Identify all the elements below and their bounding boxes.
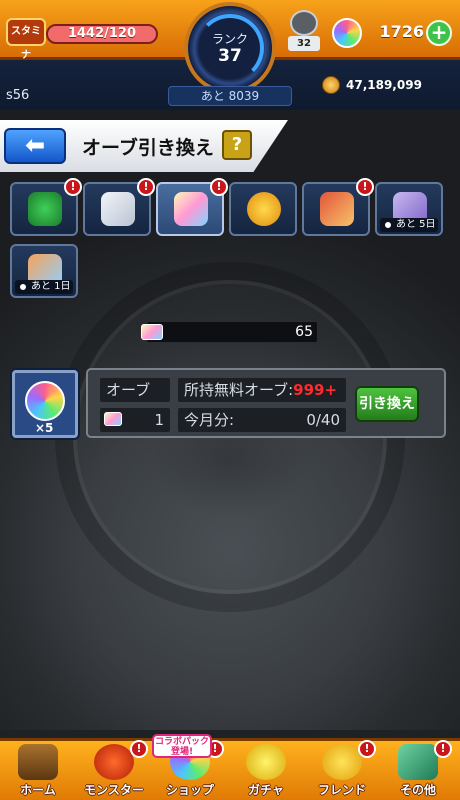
collab-pack-badge: コラボパック登場!	[152, 734, 212, 758]
ticket-icon	[141, 324, 163, 340]
gear-count: 32	[288, 36, 320, 51]
rank-value: 37	[218, 46, 242, 66]
tile-box-item[interactable]: !	[302, 178, 374, 236]
page-title: オーブ引き換え	[82, 137, 214, 159]
nav-other[interactable]: ! その他	[380, 740, 456, 800]
back-button[interactable]: ⬅	[4, 128, 66, 164]
box-icon	[320, 192, 354, 226]
orb-multiplier: ×5	[35, 421, 54, 435]
coin-icon	[322, 76, 340, 94]
monthly-value: 0/40	[306, 411, 340, 429]
orb-ticket-icon	[174, 192, 208, 226]
orb-label: オーブ	[100, 378, 170, 402]
ticket-cost: 1	[100, 408, 170, 432]
alert-badge: !	[210, 178, 228, 196]
alert-badge: !	[137, 178, 155, 196]
monthly-limit: 今月分: 0/40	[178, 408, 346, 432]
clock-icon	[383, 220, 393, 230]
stamina-value: 1442/120	[67, 26, 137, 41]
home-icon	[18, 744, 58, 780]
alert-badge: !	[434, 740, 452, 758]
nav-home[interactable]: ホーム	[0, 740, 76, 800]
orb-icon	[332, 18, 362, 48]
buy-orb-button[interactable]: +	[426, 20, 452, 46]
exchange-button[interactable]: 引き換え	[355, 386, 419, 422]
orb-count: 1726	[379, 22, 424, 41]
nav-label: その他	[399, 783, 436, 797]
nav-label: ガチャ	[248, 783, 284, 797]
player-id: s56	[6, 88, 30, 103]
owned-free-orbs: 所持無料オーブ:999+	[178, 378, 346, 402]
gacha-icon	[246, 744, 286, 780]
tile-card-item[interactable]: あと 5日	[375, 182, 443, 236]
alert-badge: !	[356, 178, 374, 196]
friend-icon	[322, 744, 362, 780]
tile-gift-item[interactable]: !	[83, 178, 155, 236]
monster-icon	[247, 192, 281, 226]
coin-count: 47,189,099	[346, 78, 422, 92]
nav-label: ホーム	[20, 783, 56, 797]
nav-label: フレンド	[317, 783, 366, 797]
nav-gacha[interactable]: ガチャ	[228, 740, 304, 800]
alert-badge: !	[358, 740, 376, 758]
tile-exchange-item[interactable]: あと 1日	[10, 244, 78, 298]
monthly-label: 今月分:	[184, 411, 235, 429]
orb-icon	[25, 381, 65, 421]
tile-orb-ticket[interactable]: !	[156, 178, 228, 236]
alert-badge: !	[64, 178, 82, 196]
owned-free-value: 999+	[293, 381, 338, 399]
nav-label: モンスター	[84, 783, 144, 797]
rank-badge[interactable]: ランク 37	[184, 2, 276, 94]
gift-icon	[101, 192, 135, 226]
rank-remaining: あと 8039	[168, 86, 292, 106]
ticket-count: 65	[295, 324, 313, 340]
clover-icon	[28, 192, 62, 226]
help-button[interactable]: ?	[222, 130, 252, 160]
timer-label: あと 1日	[31, 281, 71, 292]
nav-friend[interactable]: ! フレンド	[304, 740, 380, 800]
tile-timer: あと 1日	[15, 280, 73, 294]
tile-clover-item[interactable]: !	[10, 178, 82, 236]
tile-monster-egg[interactable]	[229, 182, 297, 236]
alert-badge: !	[130, 740, 148, 758]
timer-label: あと 5日	[396, 219, 436, 230]
tile-timer: あと 5日	[380, 218, 438, 232]
nav-monster[interactable]: ! モンスター	[76, 740, 152, 800]
other-icon	[398, 744, 438, 780]
nav-label: ショップ	[165, 783, 214, 797]
ticket-icon	[104, 412, 122, 426]
gear-icon	[290, 10, 318, 36]
ticket-balance-bar: 65	[141, 321, 318, 343]
ticket-cost-value: 1	[154, 411, 164, 429]
stamina-icon: スタミナ	[6, 18, 46, 61]
owned-free-label: 所持無料オーブ:	[184, 381, 294, 399]
rank-label: ランク	[211, 32, 248, 46]
orb-reward-frame: ×5	[12, 370, 78, 438]
monster-icon	[94, 744, 134, 780]
gear-badge[interactable]: 32	[288, 10, 320, 52]
clock-icon	[18, 282, 28, 292]
stamina-bar: 1442/120	[46, 24, 158, 44]
